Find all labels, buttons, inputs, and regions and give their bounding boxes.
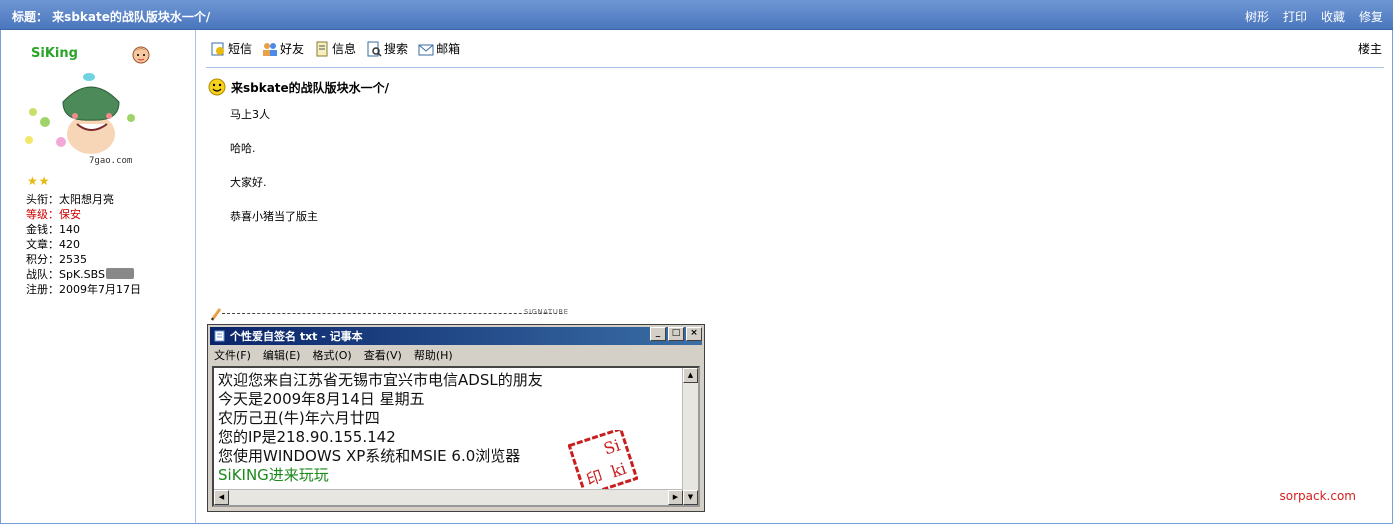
pencil-icon [210, 308, 222, 321]
thread-title: 标题： 来sbkate的战队版块水一个/ [12, 10, 211, 24]
user-info: 头衔：太阳想月亮 等级：保安 金钱：140 文章：420 积分：2535 战队：… [26, 192, 141, 297]
signature-line: 您的IP是218.90.155.142 [218, 428, 396, 446]
search-button[interactable]: 搜索 [366, 40, 408, 57]
scroll-down-icon: ▼ [683, 490, 698, 505]
scroll-left-icon: ◀ [214, 490, 229, 505]
mail-icon [418, 44, 434, 55]
notepad-horizontal-scrollbar: ◀ ▶ [214, 489, 683, 505]
scroll-up-icon: ▲ [683, 368, 698, 383]
user-posts-row: 文章：420 [26, 238, 80, 251]
info-button[interactable]: 信息 [314, 40, 356, 57]
user-register-row: 注册：2009年7月17日 [26, 283, 141, 296]
notepad-title: 个性爱自签名 txt - 记事本 [230, 330, 363, 343]
scroll-right-icon: ▶ [668, 490, 683, 505]
notepad-edit-area: 欢迎您来自江苏省无锡市宜兴市电信ADSL的朋友 今天是2009年8月14日 星期… [212, 366, 700, 507]
message-button[interactable]: 短信 [210, 40, 252, 57]
seal-text: 印 [584, 466, 605, 489]
star-icon: ★ [38, 174, 50, 188]
watermark: sorpack.com [1279, 489, 1357, 503]
post-line: 恭喜小猪当了版主 [230, 210, 318, 223]
signature-notepad-image: 个性爱自签名 txt - 记事本 _ □ × 文件(F) 编辑(E) 格式(O)… [207, 324, 705, 512]
notepad-menu-item: 帮助(H) [413, 349, 453, 362]
seal-stamp: Si 印 ki [568, 430, 638, 494]
notepad-icon [214, 330, 225, 342]
notepad-vertical-scrollbar: ▲ ▼ [682, 368, 698, 505]
dashed-line [222, 313, 562, 314]
user-level-row: 等级：保安 [26, 208, 81, 221]
signature-label: SIGNATURE [524, 308, 569, 316]
seal-text: ki [609, 459, 629, 482]
signature-line: 您使用WINDOWS XP系统和MSIE 6.0浏览器 [218, 447, 521, 465]
notepad-window-buttons: _ □ × [650, 327, 702, 341]
post-body: 马上3人 哈哈. 大家好. 恭喜小猪当了版主 [230, 108, 318, 244]
minimize-icon: _ [650, 327, 666, 341]
post-line: 大家好. [230, 176, 267, 189]
notepad-text: 欢迎您来自江苏省无锡市宜兴市电信ADSL的朋友 今天是2009年8月14日 星期… [218, 371, 543, 485]
thread-actions: 树形 打印 收藏 修复 [1245, 8, 1383, 25]
user-title-row: 头衔：太阳想月亮 [26, 193, 114, 206]
tree-view-link[interactable]: 树形 [1245, 8, 1269, 25]
friends-icon [263, 42, 278, 56]
notepad-menu-item: 文件(F) [214, 349, 251, 362]
message-icon [211, 42, 224, 55]
print-link[interactable]: 打印 [1283, 8, 1307, 25]
search-icon [367, 41, 382, 57]
user-panel: SiKing 7gao.com ★ ★ 头衔：太阳想月亮 等级：保安 金钱：14… [1, 30, 196, 523]
signature-divider: SIGNATURE [210, 307, 570, 321]
avatar-caption: 7gao.com [89, 156, 133, 166]
friends-button[interactable]: 好友 [262, 40, 304, 57]
post-title: 来sbkate的战队版块水一个/ [208, 78, 389, 96]
divider [206, 67, 1384, 68]
team-badge-icon [106, 268, 134, 279]
maximize-icon: □ [668, 327, 684, 341]
seal-text: Si [601, 436, 622, 459]
notepad-menu-item: 编辑(E) [262, 349, 301, 362]
post-frame: SiKing 7gao.com ★ ★ 头衔：太阳想月亮 等级：保安 金钱：14… [0, 30, 1393, 524]
boy-face-icon [132, 46, 150, 64]
floor-label: 楼主 [1357, 42, 1382, 56]
post-toolbar: 短信 好友 信息 搜索 邮箱 [210, 40, 460, 57]
notepad-titlebar: 个性爱自签名 txt - 记事本 [210, 327, 702, 345]
favorite-link[interactable]: 收藏 [1321, 8, 1345, 25]
smiley-icon [208, 78, 226, 96]
user-score-row: 积分：2535 [26, 253, 87, 266]
mail-button[interactable]: 邮箱 [418, 40, 460, 57]
close-icon: × [686, 327, 702, 341]
post-title-text: 来sbkate的战队版块水一个/ [231, 80, 390, 95]
signature-line: 今天是2009年8月14日 星期五 [218, 390, 425, 408]
notepad-menu-item: 格式(O) [312, 349, 352, 362]
signature-footer-line: SiKING进来玩玩 [218, 466, 329, 484]
notepad-menu-item: 查看(V) [363, 349, 402, 362]
star-icon: ★ [27, 174, 38, 188]
info-icon [316, 41, 328, 56]
thread-header: 标题： 来sbkate的战队版块水一个/ 树形 打印 收藏 修复 [0, 0, 1393, 30]
user-team-row: 战队：SpK.SBS [26, 267, 141, 282]
signature-line: 农历己丑(牛)年六月廿四 [218, 409, 380, 427]
rank-stars: ★ ★ [27, 175, 50, 187]
post-content: 短信 好友 信息 搜索 邮箱 楼主 来sbkate的战队版块水一个/ 马上3人 … [196, 30, 1392, 523]
signature-line: 欢迎您来自江苏省无锡市宜兴市电信ADSL的朋友 [218, 371, 543, 389]
post-line: 哈哈. [230, 142, 256, 155]
notepad-menu: 文件(F) 编辑(E) 格式(O) 查看(V) 帮助(H) [214, 347, 453, 363]
repair-link[interactable]: 修复 [1359, 8, 1383, 25]
username[interactable]: SiKing [31, 46, 78, 61]
post-line: 马上3人 [230, 108, 270, 121]
user-money-row: 金钱：140 [26, 223, 80, 236]
